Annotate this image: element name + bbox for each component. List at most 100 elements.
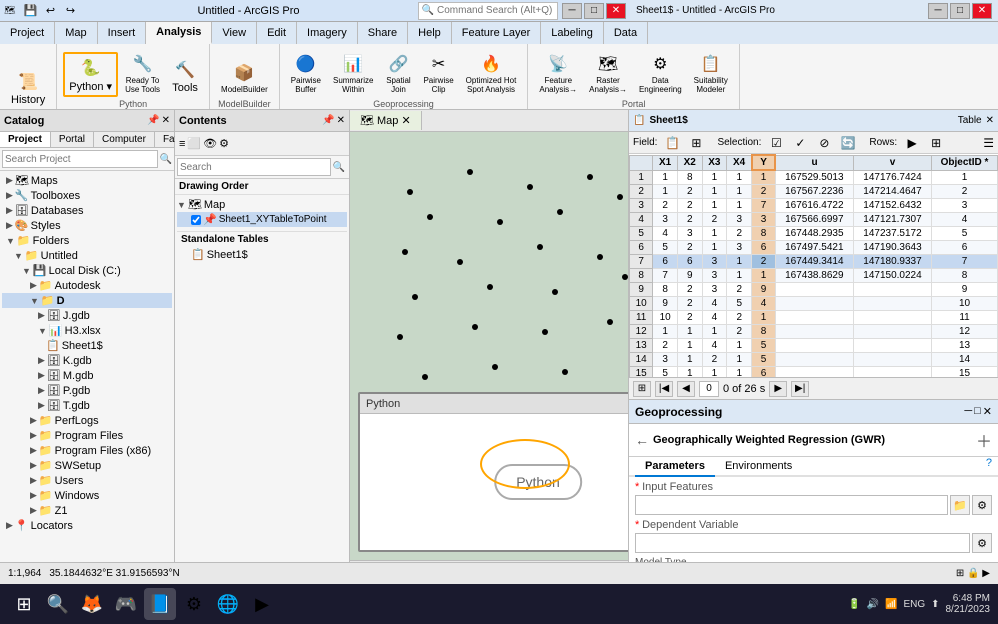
tab-labeling[interactable]: Labeling xyxy=(541,22,604,44)
table-icon-btn1[interactable]: ⊞ xyxy=(633,381,651,397)
map-tab[interactable]: 🗺 Map ✕ xyxy=(350,111,422,130)
modelbuilder-btn[interactable]: 📦 ModelBuilder xyxy=(216,58,273,97)
table-row[interactable]: 543128167448.2935147237.51725 xyxy=(630,227,998,241)
spatial-join-btn[interactable]: 🔗 SpatialJoin xyxy=(380,49,416,97)
catalog-item-perflogs[interactable]: ▶📁PerfLogs xyxy=(2,413,172,428)
tab-help[interactable]: Help xyxy=(408,22,452,44)
catalog-item-styles[interactable]: ▶🎨Styles xyxy=(2,218,172,233)
suitability-modeler-btn[interactable]: 📋 SuitabilityModeler xyxy=(689,49,733,97)
catalog-item-programfilesx86[interactable]: ▶📁Program Files (x86) xyxy=(2,443,172,458)
table-row[interactable]: 132141513 xyxy=(630,339,998,353)
tab-view[interactable]: View xyxy=(212,22,257,44)
taskbar-icon-5[interactable]: 🌐 xyxy=(212,588,244,620)
close-btn[interactable]: ✕ xyxy=(972,3,992,19)
input-features-settings-btn[interactable]: ⚙ xyxy=(972,495,992,515)
catalog-search[interactable] xyxy=(2,150,158,168)
tools-btn[interactable]: 🔨 Tools xyxy=(167,55,203,97)
catalog-item-windows[interactable]: ▶📁Windows xyxy=(2,488,172,503)
taskbar-lang[interactable]: ENG xyxy=(903,599,925,610)
tab-share[interactable]: Share xyxy=(358,22,408,44)
catalog-item-untitled[interactable]: ▼📁Untitled xyxy=(2,248,172,263)
field-btn2[interactable]: ⊞ xyxy=(685,133,707,153)
sel-btn3[interactable]: ⊘ xyxy=(813,133,835,153)
col-x4[interactable]: X4 xyxy=(727,155,752,170)
col-x2[interactable]: X2 xyxy=(677,155,702,170)
data-engineering-btn[interactable]: ⚙ DataEngineering xyxy=(634,49,687,97)
summarize-within-btn[interactable]: 📊 SummarizeWithin xyxy=(328,49,378,97)
gp-close-btn[interactable]: ✕ xyxy=(983,405,992,418)
table-row[interactable]: 652136167497.5421147190.36436 xyxy=(630,241,998,255)
catalog-item-z1[interactable]: ▶📁Z1 xyxy=(2,503,172,518)
tab-imagery[interactable]: Imagery xyxy=(297,22,358,44)
input-features-folder-btn[interactable]: 📁 xyxy=(950,495,970,515)
undo-btn[interactable]: ↩ xyxy=(41,3,59,19)
catalog-item-tgdb[interactable]: ▶🗄T.gdb xyxy=(2,398,172,413)
start-btn[interactable]: ⊞ xyxy=(8,588,40,620)
gp-add-btn[interactable]: ＋ xyxy=(976,428,992,452)
contents-close-btn[interactable]: ✕ xyxy=(337,115,345,126)
contents-pin-btn[interactable]: 📌 xyxy=(322,115,334,126)
catalog-item-toolboxes[interactable]: ▶🔧Toolboxes xyxy=(2,188,172,203)
taskbar-icon-4[interactable]: ⚙ xyxy=(178,588,210,620)
catalog-pin-btn[interactable]: 📌 xyxy=(147,115,159,126)
table-row[interactable]: 121112812 xyxy=(630,325,998,339)
table-row[interactable]: 118111167529.5013147176.74241 xyxy=(630,170,998,185)
drawing-order-btn[interactable]: ⬜ xyxy=(187,137,201,150)
search-btn[interactable]: 🔍 xyxy=(160,154,172,165)
tab-data[interactable]: Data xyxy=(604,22,648,44)
command-search[interactable] xyxy=(437,3,557,19)
taskbar-icons-btn[interactable]: ⬆ xyxy=(931,599,939,610)
col-oid[interactable]: ObjectID * xyxy=(932,155,998,170)
pairwise-clip-btn[interactable]: ✂ PairwiseClip xyxy=(418,49,458,97)
tab-feature-layer[interactable]: Feature Layer xyxy=(452,22,541,44)
pairwise-buffer-btn[interactable]: 🔵 PairwiseBuffer xyxy=(286,49,326,97)
tab-insert[interactable]: Insert xyxy=(98,22,147,44)
contents-settings-btn[interactable]: ⚙ xyxy=(219,137,229,150)
sel-btn1[interactable]: ☑ xyxy=(765,133,787,153)
rows-btn2[interactable]: ⊞ xyxy=(925,133,947,153)
visibility-btn[interactable]: 👁 xyxy=(203,137,217,150)
catalog-item-programfiles[interactable]: ▶📁Program Files xyxy=(2,428,172,443)
table-nav-next[interactable]: ▶ xyxy=(769,381,787,397)
col-y[interactable]: Y xyxy=(752,155,775,170)
catalog-item-swsetup[interactable]: ▶📁SWSetup xyxy=(2,458,172,473)
sel-btn2[interactable]: ✓ xyxy=(789,133,811,153)
gp-minimize-btn[interactable]: ─ xyxy=(964,405,972,418)
tab-project[interactable]: Project xyxy=(0,22,55,44)
table-row[interactable]: 155111615 xyxy=(630,367,998,378)
arcgis-close-btn[interactable]: ✕ xyxy=(606,3,626,19)
tab-analysis[interactable]: Analysis xyxy=(146,22,212,44)
catalog-item-autodesk[interactable]: ▶📁Autodesk xyxy=(2,278,172,293)
catalog-close-btn[interactable]: ✕ xyxy=(162,115,170,126)
hot-spot-btn[interactable]: 🔥 Optimized HotSpot Analysis xyxy=(461,49,522,97)
sel-btn4[interactable]: 🔄 xyxy=(837,133,859,153)
search-taskbar-btn[interactable]: 🔍 xyxy=(42,588,74,620)
table-row[interactable]: 143121514 xyxy=(630,353,998,367)
gp-restore-btn[interactable]: □ xyxy=(974,405,981,418)
tab-map[interactable]: Map xyxy=(55,22,97,44)
catalog-item-databases[interactable]: ▶🗄Databases xyxy=(2,203,172,218)
taskbar-icon-2[interactable]: 🎮 xyxy=(110,588,142,620)
catalog-item-mgdb[interactable]: ▶🗄M.gdb xyxy=(2,368,172,383)
ready-tools-btn[interactable]: 🔧 Ready ToUse Tools xyxy=(120,49,165,97)
table-row[interactable]: 322117167616.4722147152.64323 xyxy=(630,199,998,213)
field-btn1[interactable]: 📋 xyxy=(661,133,683,153)
map-canvas[interactable]: Python ? ─ □ ✕ Python xyxy=(350,132,628,582)
dependent-variable-input[interactable] xyxy=(635,533,970,553)
catalog-item-pgdb[interactable]: ▶🗄P.gdb xyxy=(2,383,172,398)
taskbar-datetime[interactable]: 6:48 PM 8/21/2023 xyxy=(946,593,991,615)
col-x1[interactable]: X1 xyxy=(653,155,678,170)
list-view-btn[interactable]: ≡ xyxy=(179,138,185,150)
table-menu-btn[interactable]: ☰ xyxy=(983,136,994,150)
arcgis-minimize-btn[interactable]: ─ xyxy=(562,3,582,19)
catalog-item-local-disk[interactable]: ▼💾Local Disk (C:) xyxy=(2,263,172,278)
gp-help-btn[interactable]: ? xyxy=(986,457,992,475)
catalog-item-h3xlsx[interactable]: ▼📊H3.xlsx xyxy=(2,323,172,338)
contents-layer-item[interactable]: 📌 Sheet1_XYTableToPoint xyxy=(177,212,347,227)
python-btn[interactable]: 🐍 Python ▾ xyxy=(63,52,118,97)
table-nav-last[interactable]: ▶| xyxy=(791,381,809,397)
table-row[interactable]: 9823299 xyxy=(630,283,998,297)
catalog-tab-computer[interactable]: Computer xyxy=(94,132,155,147)
taskbar-icon-1[interactable]: 🦊 xyxy=(76,588,108,620)
catalog-item-jgdb[interactable]: ▶🗄J.gdb xyxy=(2,308,172,323)
